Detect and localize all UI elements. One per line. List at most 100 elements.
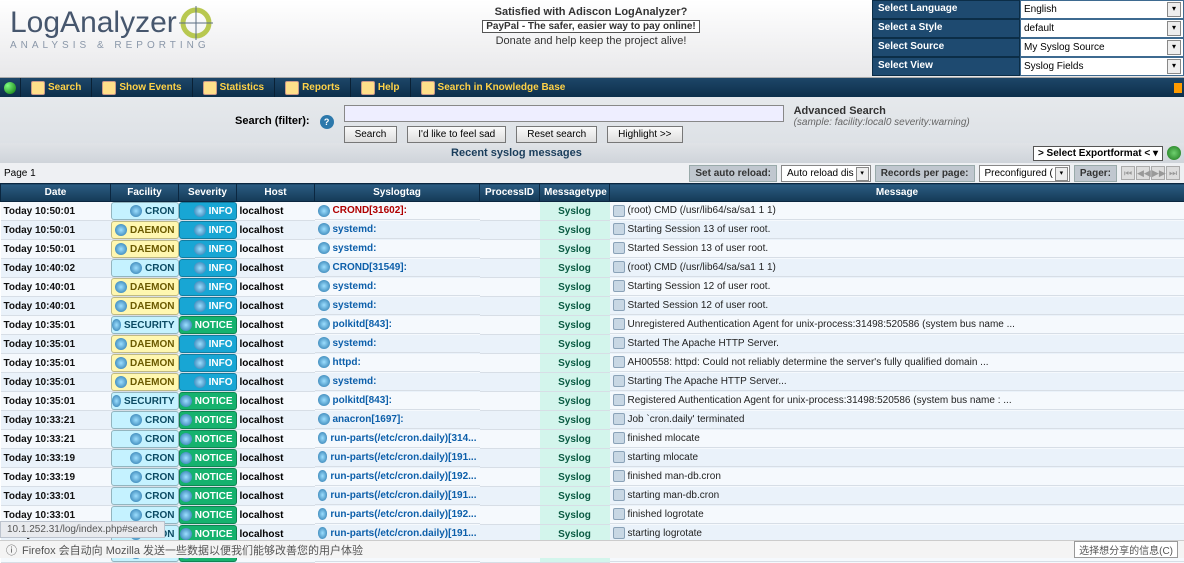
cell-messagetype: Syslog [540,411,610,430]
col-date[interactable]: Date [1,184,111,202]
advanced-search-link[interactable]: Advanced Search [794,105,970,117]
export-format-select[interactable]: > Select Exportformat < ▾ [1033,146,1163,161]
col-facility[interactable]: Facility [111,184,179,202]
cell-message: Registered Authentication Agent for unix… [610,392,1184,410]
cell-messagetype: Syslog [540,468,610,487]
table-row[interactable]: Today 10:40:02CRONINFOlocalhostCROND[315… [1,259,1184,278]
cell-facility: DAEMON [111,354,179,373]
globe-icon [130,490,142,502]
table-row[interactable]: Today 10:33:21CRONNOTICElocalhostanacron… [1,411,1184,430]
cell-host: localhost [237,221,315,240]
feel-sad-button[interactable]: I'd like to feel sad [407,126,506,143]
nav-search[interactable]: Search [20,78,91,97]
table-row[interactable]: Today 10:33:19CRONNOTICElocalhostrun-par… [1,449,1184,468]
cell-processid [480,240,540,259]
col-messagetype[interactable]: Messagetype [540,184,610,202]
globe-icon [194,376,206,388]
globe-icon [112,319,121,331]
nav-icon [102,81,116,95]
table-row[interactable]: Today 10:50:01DAEMONINFOlocalhostsystemd… [1,240,1184,259]
table-row[interactable]: Today 10:35:01SECURITYNOTICElocalhostpol… [1,392,1184,411]
globe-icon [180,509,192,521]
search-sample: (sample: facility:local0 severity:warnin… [794,117,970,128]
paypal-button[interactable]: PayPal - The safer, easier way to pay on… [482,20,700,33]
autoreload-select[interactable]: Auto reload dis [781,165,871,182]
table-header-row: DateFacilitySeverityHostSyslogtagProcess… [1,184,1184,202]
nav-icon [361,81,375,95]
col-processid[interactable]: ProcessID [480,184,540,202]
table-row[interactable]: Today 10:33:19CRONNOTICElocalhostrun-par… [1,468,1184,487]
cell-date: Today 10:33:01 [1,487,111,506]
globe-icon [318,451,328,463]
cell-message: Started The Apache HTTP Server. [610,335,1184,353]
globe-icon [130,471,142,483]
cell-date: Today 10:40:02 [1,259,111,278]
msg-icon [613,527,625,539]
globe-icon [130,509,142,521]
help-icon[interactable]: ? [320,115,334,129]
search-input[interactable] [344,105,784,122]
cell-host: localhost [237,506,315,525]
logo-text: LogAnalyzer [10,6,300,40]
cell-facility: CRON [111,430,179,449]
table-row[interactable]: Today 10:35:01DAEMONINFOlocalhostsystemd… [1,373,1184,392]
setting-select[interactable]: English [1020,0,1184,19]
table-row[interactable]: Today 10:50:01DAEMONINFOlocalhostsystemd… [1,221,1184,240]
setting-select[interactable]: default [1020,19,1184,38]
pager-last-icon[interactable]: ⏭ [1166,166,1180,180]
cell-syslogtag: systemd: [315,335,480,353]
pager-next-icon[interactable]: ▶▶ [1151,166,1165,180]
cell-syslogtag: httpd: [315,354,480,372]
cell-severity: INFO [179,354,237,373]
table-row[interactable]: Today 10:40:01DAEMONINFOlocalhostsystemd… [1,278,1184,297]
col-syslogtag[interactable]: Syslogtag [315,184,480,202]
records-per-page-select[interactable]: Preconfigured ( [979,165,1070,182]
highlight-button[interactable]: Highlight >> [607,126,682,143]
cell-date: Today 10:50:01 [1,221,111,240]
globe-icon [115,300,127,312]
msg-icon [613,413,625,425]
nav-show-events[interactable]: Show Events [91,78,191,97]
table-row[interactable]: Today 10:50:01CRONINFOlocalhostCROND[316… [1,202,1184,221]
cell-date: Today 10:33:19 [1,468,111,487]
cell-processid [480,449,540,468]
cell-syslogtag: systemd: [315,373,480,391]
setting-select[interactable]: My Syslog Source [1020,38,1184,57]
table-row[interactable]: Today 10:40:01DAEMONINFOlocalhostsystemd… [1,297,1184,316]
cell-host: localhost [237,240,315,259]
table-row[interactable]: Today 10:35:01DAEMONINFOlocalhosthttpd:S… [1,354,1184,373]
cell-processid [480,373,540,392]
msg-icon [613,242,625,254]
msg-icon [613,489,625,501]
cell-host: localhost [237,354,315,373]
pager-first-icon[interactable]: ⏮ [1121,166,1135,180]
table-row[interactable]: Today 10:33:01CRONNOTICElocalhostrun-par… [1,487,1184,506]
share-info-button[interactable]: 选择想分享的信息(C) [1074,541,1178,558]
nav-search-in-knowledge-base[interactable]: Search in Knowledge Base [410,78,576,97]
table-row[interactable]: Today 10:33:01CRONNOTICElocalhostrun-par… [1,506,1184,525]
reset-search-button[interactable]: Reset search [516,126,597,143]
cell-syslogtag: CROND[31549]: [315,259,480,277]
globe-icon [318,337,330,349]
nav-statistics[interactable]: Statistics [192,78,274,97]
table-row[interactable]: Today 10:35:01SECURITYNOTICElocalhostpol… [1,316,1184,335]
nav-help[interactable]: Help [350,78,410,97]
cell-severity: NOTICE [179,506,237,525]
cell-severity: INFO [179,297,237,316]
setting-select[interactable]: Syslog Fields [1020,57,1184,76]
cell-severity: INFO [179,221,237,240]
nav-reports[interactable]: Reports [274,78,350,97]
col-severity[interactable]: Severity [179,184,237,202]
firefox-message: Firefox 会自动向 Mozilla 发送一些数据以便我们能够改善您的用户体… [22,542,363,558]
pager-prev-icon[interactable]: ◀◀ [1136,166,1150,180]
table-row[interactable]: Today 10:35:01DAEMONINFOlocalhostsystemd… [1,335,1184,354]
refresh-icon[interactable] [1167,146,1181,160]
globe-icon [115,243,127,255]
records-per-page-label: Records per page: [875,165,975,182]
col-message[interactable]: Message [610,184,1184,202]
search-button[interactable]: Search [344,126,398,143]
table-row[interactable]: Today 10:33:21CRONNOTICElocalhostrun-par… [1,430,1184,449]
cell-syslogtag: polkitd[843]: [315,392,480,410]
col-host[interactable]: Host [237,184,315,202]
globe-icon [180,319,192,331]
